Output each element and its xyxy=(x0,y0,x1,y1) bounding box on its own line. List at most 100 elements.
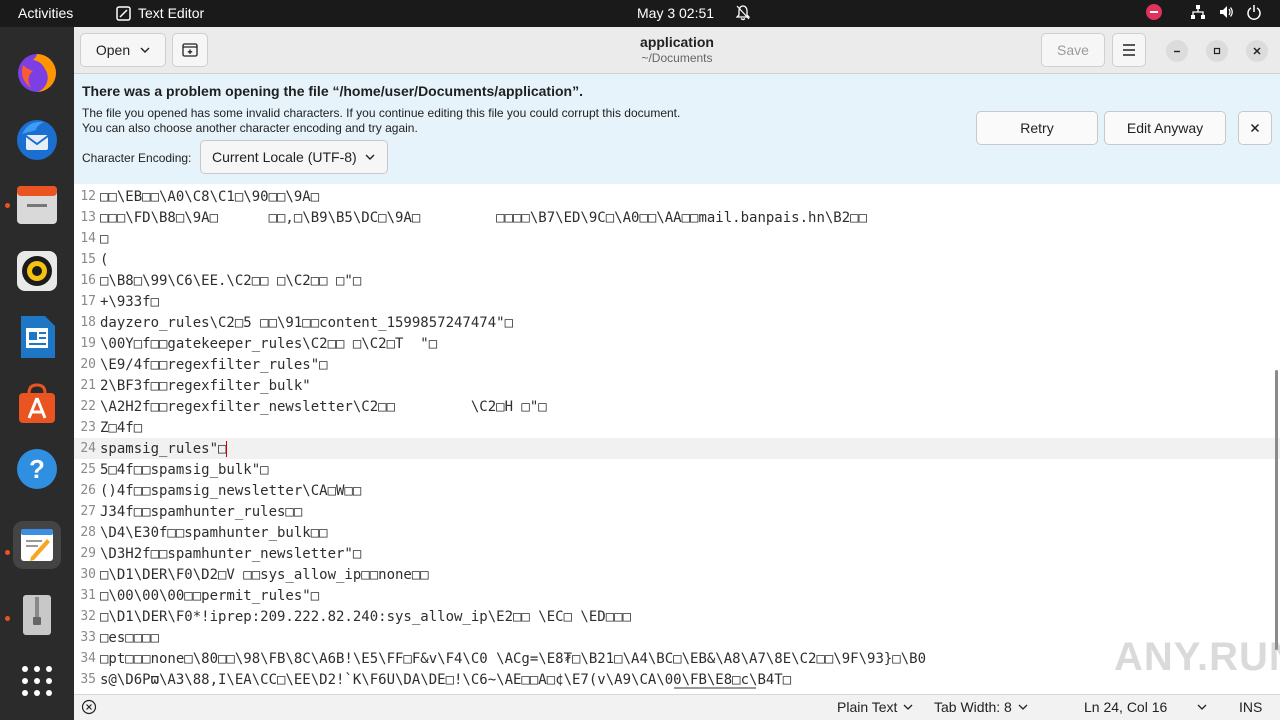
line-text: 5□4f□□spamsig_bulk"□ xyxy=(100,461,269,478)
encoding-select[interactable]: Current Locale (UTF-8) xyxy=(200,140,388,174)
save-button[interactable]: Save xyxy=(1041,33,1105,67)
line-number: 15 xyxy=(80,252,96,267)
encoding-label: Character Encoding: xyxy=(82,151,192,165)
line-text: dayzero_rules\C2□5 □□\91□□content_159985… xyxy=(100,314,514,331)
line-number: 16 xyxy=(80,273,96,288)
text-line[interactable]: 34 □pt□□□none□\80□□\98\FB\8C\A6B!\E5\FF□F… xyxy=(74,648,1280,669)
line-number: 19 xyxy=(80,336,96,351)
ubuntu-software-icon[interactable] xyxy=(13,379,61,427)
clock[interactable]: May 3 02:51 xyxy=(637,5,714,21)
text-line[interactable]: 29 \D3H2f□□spamhunter_newsletter"□ xyxy=(74,543,1280,564)
infobar-title: There was a problem opening the file “/h… xyxy=(82,83,583,99)
network-icon xyxy=(1191,5,1205,19)
cursor-position-selector[interactable]: Ln 24, Col 16 xyxy=(1084,699,1207,715)
help-icon[interactable]: ? xyxy=(13,445,61,493)
cursor-position-label: Ln 24, Col 16 xyxy=(1084,699,1168,715)
activities-button[interactable]: Activities xyxy=(18,5,73,21)
notification-bell-icon[interactable] xyxy=(735,5,751,24)
line-number: 31 xyxy=(80,588,96,603)
top-bar: Activities Text Editor May 3 02:51 xyxy=(0,0,1280,27)
line-number: 25 xyxy=(80,462,96,477)
text-line[interactable]: 32 □\D1\DER\F0*!iprep:209.222.82.240:sys_… xyxy=(74,606,1280,627)
text-line[interactable]: 35 s@\D6Pϖ\A3\88,I\EA\CC□\EE\D2!`K\F6U\DA… xyxy=(74,669,1280,688)
line-number: 21 xyxy=(80,378,96,393)
language-selector[interactable]: Plain Text xyxy=(837,699,913,715)
line-text: \D4\E30f□□spamhunter_bulk□□ xyxy=(100,524,328,541)
line-text: \A2H2f□□regexfilter_newsletter\C2□□ \C2□… xyxy=(100,398,547,415)
files-icon[interactable] xyxy=(13,181,61,229)
line-number: 33 xyxy=(80,630,96,645)
text-line[interactable]: 27 J34f□□spamhunter_rules□□ xyxy=(74,501,1280,522)
volume-icon xyxy=(1220,6,1233,18)
vertical-scrollbar[interactable] xyxy=(1275,370,1278,650)
line-number: 18 xyxy=(80,315,96,330)
line-text: J34f□□spamhunter_rules□□ xyxy=(100,503,303,520)
line-number: 29 xyxy=(80,546,96,561)
retry-button[interactable]: Retry xyxy=(976,111,1098,145)
text-line[interactable]: 22 \A2H2f□□regexfilter_newsletter\C2□□ \C… xyxy=(74,396,1280,417)
libreoffice-writer-icon[interactable] xyxy=(13,313,61,361)
text-line[interactable]: 28 \D4\E30f□□spamhunter_bulk□□ xyxy=(74,522,1280,543)
text-line[interactable]: 25 5□4f□□spamsig_bulk"□ xyxy=(74,459,1280,480)
line-text: □□\EB□□\A0\C8\C1□\90□□\9A□ xyxy=(100,188,320,205)
text-editor-dock-icon[interactable] xyxy=(13,521,61,569)
recording-indicator-icon[interactable] xyxy=(1146,4,1162,20)
line-number: 28 xyxy=(80,525,96,540)
svg-text:?: ? xyxy=(29,454,45,484)
minimize-button[interactable] xyxy=(1166,40,1188,62)
chevron-down-icon xyxy=(365,154,375,160)
line-text: □pt□□□none□\80□□\98\FB\8C\A6B!\E5\FF□F&v… xyxy=(100,650,927,667)
power-icon xyxy=(1247,5,1261,20)
cancel-circle-icon[interactable] xyxy=(81,699,97,715)
tab-width-selector[interactable]: Tab Width: 8 xyxy=(934,699,1028,715)
text-line[interactable]: 33 □es□□□□ xyxy=(74,627,1280,648)
show-apps-icon[interactable] xyxy=(13,657,61,705)
firefox-icon[interactable] xyxy=(13,49,61,97)
text-cursor xyxy=(226,440,228,457)
line-text: □\D1\DER\F0\D2□V □□sys_allow_ip□□none□□ xyxy=(100,566,429,583)
line-number: 34 xyxy=(80,651,96,666)
text-line[interactable]: 26 ()4f□□spamsig_newsletter\CA□W□□ xyxy=(74,480,1280,501)
archive-manager-icon[interactable] xyxy=(13,591,61,639)
text-line[interactable]: 16 □\B8□\99\C6\EE.\C2□□ □\C2□□ □"□ xyxy=(74,270,1280,291)
line-number: 13 xyxy=(80,210,96,225)
system-tray[interactable] xyxy=(1146,4,1262,20)
text-line[interactable]: 18 dayzero_rules\C2□5 □□\91□□content_1599… xyxy=(74,312,1280,333)
line-text: □\D1\DER\F0*!iprep:209.222.82.240:sys_al… xyxy=(100,608,632,625)
text-line[interactable]: 21 2\BF3f□□regexfilter_bulk" xyxy=(74,375,1280,396)
insert-mode-indicator[interactable]: INS xyxy=(1239,699,1262,715)
text-line[interactable]: 14 □ xyxy=(74,228,1280,249)
rhythmbox-icon[interactable] xyxy=(13,247,61,295)
watermark: ANY.RUN xyxy=(1114,635,1280,679)
text-view[interactable]: 12 □□\EB□□\A0\C8\C1□\90□□\9A□ 13 □□□\FD\B8□… xyxy=(74,184,1280,687)
line-number: 35 xyxy=(80,672,96,687)
infobar-line-2: You can also choose another character en… xyxy=(82,121,418,135)
text-line[interactable]: 24 spamsig_rules"□ xyxy=(74,438,1280,459)
text-line[interactable]: 30 □\D1\DER\F0\D2□V □□sys_allow_ip□□none□… xyxy=(74,564,1280,585)
edit-anyway-button[interactable]: Edit Anyway xyxy=(1104,111,1226,145)
text-line[interactable]: 13 □□□\FD\B8□\9A□ □□,□\B9\B5\DC□\9A□ □□□□… xyxy=(74,207,1280,228)
horizontal-scrollbar[interactable] xyxy=(674,687,756,689)
text-line[interactable]: 12 □□\EB□□\A0\C8\C1□\90□□\9A□ xyxy=(74,186,1280,207)
close-window-button[interactable] xyxy=(1246,40,1268,62)
thunderbird-icon[interactable] xyxy=(13,115,61,163)
text-line[interactable]: 19 \00Y□f□□gatekeeper_rules\C2□□ □\C2□T "… xyxy=(74,333,1280,354)
maximize-button[interactable] xyxy=(1206,40,1228,62)
text-line[interactable]: 31 □\00\00\00□□permit_rules"□ xyxy=(74,585,1280,606)
line-number: 32 xyxy=(80,609,96,624)
encoding-value: Current Locale (UTF-8) xyxy=(212,149,357,165)
text-editor-icon xyxy=(116,5,131,21)
line-text: \D3H2f□□spamhunter_newsletter"□ xyxy=(100,545,362,562)
line-text: ()4f□□spamsig_newsletter\CA□W□□ xyxy=(100,482,362,499)
text-line[interactable]: 23 Z□4f□ xyxy=(74,417,1280,438)
line-text: □\00\00\00□□permit_rules"□ xyxy=(100,587,320,604)
text-line[interactable]: 15 ( xyxy=(74,249,1280,270)
line-text: □□□\FD\B8□\9A□ □□,□\B9\B5\DC□\9A□ □□□□\B… xyxy=(100,209,868,226)
close-infobar-button[interactable] xyxy=(1238,111,1272,145)
menu-button[interactable] xyxy=(1112,33,1146,67)
tab-width-label: Tab Width: 8 xyxy=(934,699,1012,715)
line-number: 26 xyxy=(80,483,96,498)
app-menu[interactable]: Text Editor xyxy=(116,5,204,21)
text-line[interactable]: 17 +\933f□ xyxy=(74,291,1280,312)
text-line[interactable]: 20 \E9/4f□□regexfilter_rules"□ xyxy=(74,354,1280,375)
